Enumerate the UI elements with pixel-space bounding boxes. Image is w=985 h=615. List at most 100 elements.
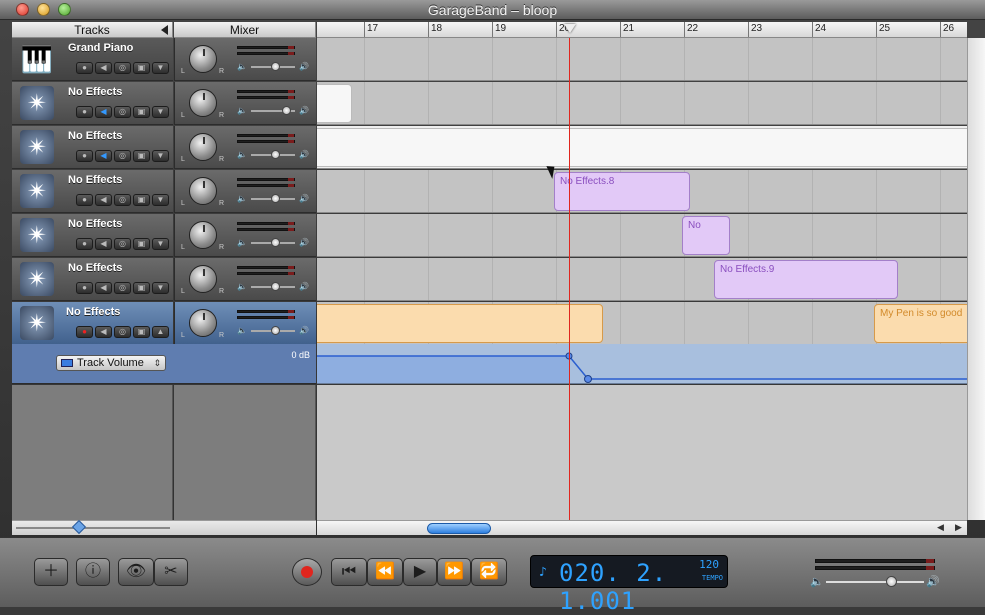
minimize-window-button[interactable] bbox=[37, 3, 50, 16]
midi-region[interactable]: No Effects.9 bbox=[714, 260, 898, 299]
solo-button[interactable]: ◎ bbox=[114, 194, 131, 206]
lock-button[interactable]: ▣ bbox=[133, 238, 150, 250]
horizontal-scroll-thumb[interactable] bbox=[427, 523, 491, 534]
zoom-slider-thumb[interactable] bbox=[71, 519, 87, 535]
track-volume-slider[interactable] bbox=[251, 326, 295, 335]
add-track-button[interactable]: ＋ bbox=[34, 558, 68, 586]
lock-button[interactable]: ▣ bbox=[133, 194, 150, 206]
zoom-slider[interactable] bbox=[16, 527, 170, 529]
slider-thumb[interactable] bbox=[271, 62, 280, 71]
pan-knob[interactable] bbox=[189, 265, 217, 293]
show-automation-button[interactable]: ▼ bbox=[152, 62, 169, 74]
playhead-handle[interactable] bbox=[564, 24, 576, 33]
track-info-button[interactable]: ⓘ bbox=[76, 558, 110, 586]
pan-knob[interactable] bbox=[189, 45, 217, 73]
record-enable-button[interactable]: ● bbox=[76, 150, 93, 162]
track-volume-slider[interactable] bbox=[251, 62, 295, 71]
record-enable-button[interactable]: ● bbox=[76, 282, 93, 294]
record-enable-button[interactable]: ● bbox=[76, 106, 93, 118]
track-header[interactable]: 🎹 Grand Piano ● ◀ ◎ ▣ ▼ bbox=[12, 38, 173, 81]
master-volume-thumb[interactable] bbox=[886, 576, 897, 587]
track-volume-slider[interactable] bbox=[251, 238, 295, 247]
lock-button[interactable]: ▣ bbox=[133, 106, 150, 118]
empty-timeline-area[interactable] bbox=[317, 385, 967, 520]
lock-button[interactable]: ▣ bbox=[133, 282, 150, 294]
pan-knob[interactable] bbox=[189, 133, 217, 161]
track-header-selected[interactable]: ✴ No Effects ● ◀ ◎ ▣ ▲ bbox=[12, 302, 173, 345]
mute-button[interactable]: ◀ bbox=[95, 282, 112, 294]
track-lane[interactable] bbox=[317, 38, 967, 81]
track-volume-slider[interactable] bbox=[251, 194, 295, 203]
zoom-window-button[interactable] bbox=[58, 3, 71, 16]
mute-button[interactable]: ◀ bbox=[95, 238, 112, 250]
record-enable-button[interactable]: ● bbox=[76, 194, 93, 206]
vertical-scrollbar[interactable] bbox=[967, 38, 985, 520]
solo-button[interactable]: ◎ bbox=[114, 62, 131, 74]
track-header[interactable]: ✴ No Effects ● ◀ ◎ ▣ ▼ bbox=[12, 170, 173, 213]
track-header[interactable]: ✴ No Effects ● ◀ ◎ ▣ ▼ bbox=[12, 126, 173, 169]
lcd-display[interactable]: ♪ 020. 2. 1.001 120 TEMPO bbox=[530, 555, 728, 615]
lcd-tempo[interactable]: 120 bbox=[699, 558, 719, 571]
track-header[interactable]: ✴ No Effects ● ◀ ◎ ▣ ▼ bbox=[12, 214, 173, 257]
slider-thumb[interactable] bbox=[271, 150, 280, 159]
mute-button[interactable]: ◀ bbox=[95, 150, 112, 162]
show-automation-button[interactable]: ▼ bbox=[152, 150, 169, 162]
pan-knob[interactable] bbox=[189, 309, 217, 337]
solo-button[interactable]: ◎ bbox=[114, 106, 131, 118]
fast-forward-button[interactable]: ⏩ bbox=[437, 558, 471, 586]
track-lane[interactable]: No bbox=[317, 214, 967, 257]
editor-button[interactable]: ✂ bbox=[154, 558, 188, 586]
mute-button[interactable]: ◀ bbox=[95, 326, 112, 338]
solo-button[interactable]: ◎ bbox=[114, 238, 131, 250]
collapse-mixer-icon[interactable] bbox=[161, 25, 168, 35]
track-lane[interactable]: My Pen is so good bbox=[317, 302, 967, 345]
automation-parameter-select[interactable]: Track Volume ⇕ bbox=[56, 355, 166, 371]
scroll-left-icon[interactable]: ◀ bbox=[937, 522, 944, 533]
slider-thumb[interactable] bbox=[271, 326, 280, 335]
cycle-button[interactable]: 🔁 bbox=[471, 558, 507, 586]
show-automation-button[interactable]: ▼ bbox=[152, 282, 169, 294]
track-lane[interactable]: No Effects.9 bbox=[317, 258, 967, 301]
note-mode-icon[interactable]: ♪ bbox=[539, 565, 547, 580]
pan-knob[interactable] bbox=[189, 89, 217, 117]
master-volume-slider[interactable] bbox=[826, 576, 924, 587]
solo-button[interactable]: ◎ bbox=[114, 282, 131, 294]
solo-button[interactable]: ◎ bbox=[114, 326, 131, 338]
record-enable-button[interactable]: ● bbox=[76, 62, 93, 74]
lock-button[interactable]: ▣ bbox=[133, 150, 150, 162]
play-button[interactable]: ▶ bbox=[403, 558, 437, 586]
record-enable-button[interactable]: ● bbox=[76, 326, 93, 338]
show-automation-button[interactable]: ▼ bbox=[152, 238, 169, 250]
track-volume-slider[interactable] bbox=[251, 150, 295, 159]
midi-region[interactable]: No bbox=[682, 216, 730, 255]
track-lane[interactable]: No Effects.8 bbox=[317, 170, 967, 213]
mute-button[interactable]: ◀ bbox=[95, 62, 112, 74]
audio-region[interactable]: My Pen is so good bbox=[874, 304, 967, 343]
audio-region[interactable] bbox=[317, 304, 603, 343]
solo-button[interactable]: ◎ bbox=[114, 150, 131, 162]
horizontal-scrollbar[interactable]: ◀ ▶ bbox=[317, 520, 967, 535]
lock-button[interactable]: ▣ bbox=[133, 62, 150, 74]
track-lane[interactable] bbox=[317, 126, 967, 169]
show-automation-button[interactable]: ▼ bbox=[152, 106, 169, 118]
slider-thumb[interactable] bbox=[271, 194, 280, 203]
close-window-button[interactable] bbox=[16, 3, 29, 16]
scroll-right-icon[interactable]: ▶ bbox=[955, 522, 962, 533]
lock-button[interactable]: ▣ bbox=[133, 326, 150, 338]
audio-region[interactable] bbox=[317, 84, 352, 123]
midi-region[interactable]: No Effects.8 bbox=[554, 172, 690, 211]
track-header[interactable]: ✴ No Effects ● ◀ ◎ ▣ ▼ bbox=[12, 258, 173, 301]
show-automation-button[interactable]: ▼ bbox=[152, 194, 169, 206]
audio-region[interactable] bbox=[317, 128, 967, 167]
record-button[interactable] bbox=[292, 558, 322, 586]
track-header[interactable]: ✴ No Effects ● ◀ ◎ ▣ ▼ bbox=[12, 82, 173, 125]
go-to-beginning-button[interactable]: ⏮ bbox=[331, 558, 367, 586]
hide-automation-button[interactable]: ▲ bbox=[152, 326, 169, 338]
track-volume-slider[interactable] bbox=[251, 106, 295, 115]
track-lane[interactable] bbox=[317, 82, 967, 125]
track-volume-slider[interactable] bbox=[251, 282, 295, 291]
slider-thumb[interactable] bbox=[271, 282, 280, 291]
slider-thumb[interactable] bbox=[271, 238, 280, 247]
automation-lane[interactable] bbox=[317, 344, 967, 384]
pan-knob[interactable] bbox=[189, 221, 217, 249]
